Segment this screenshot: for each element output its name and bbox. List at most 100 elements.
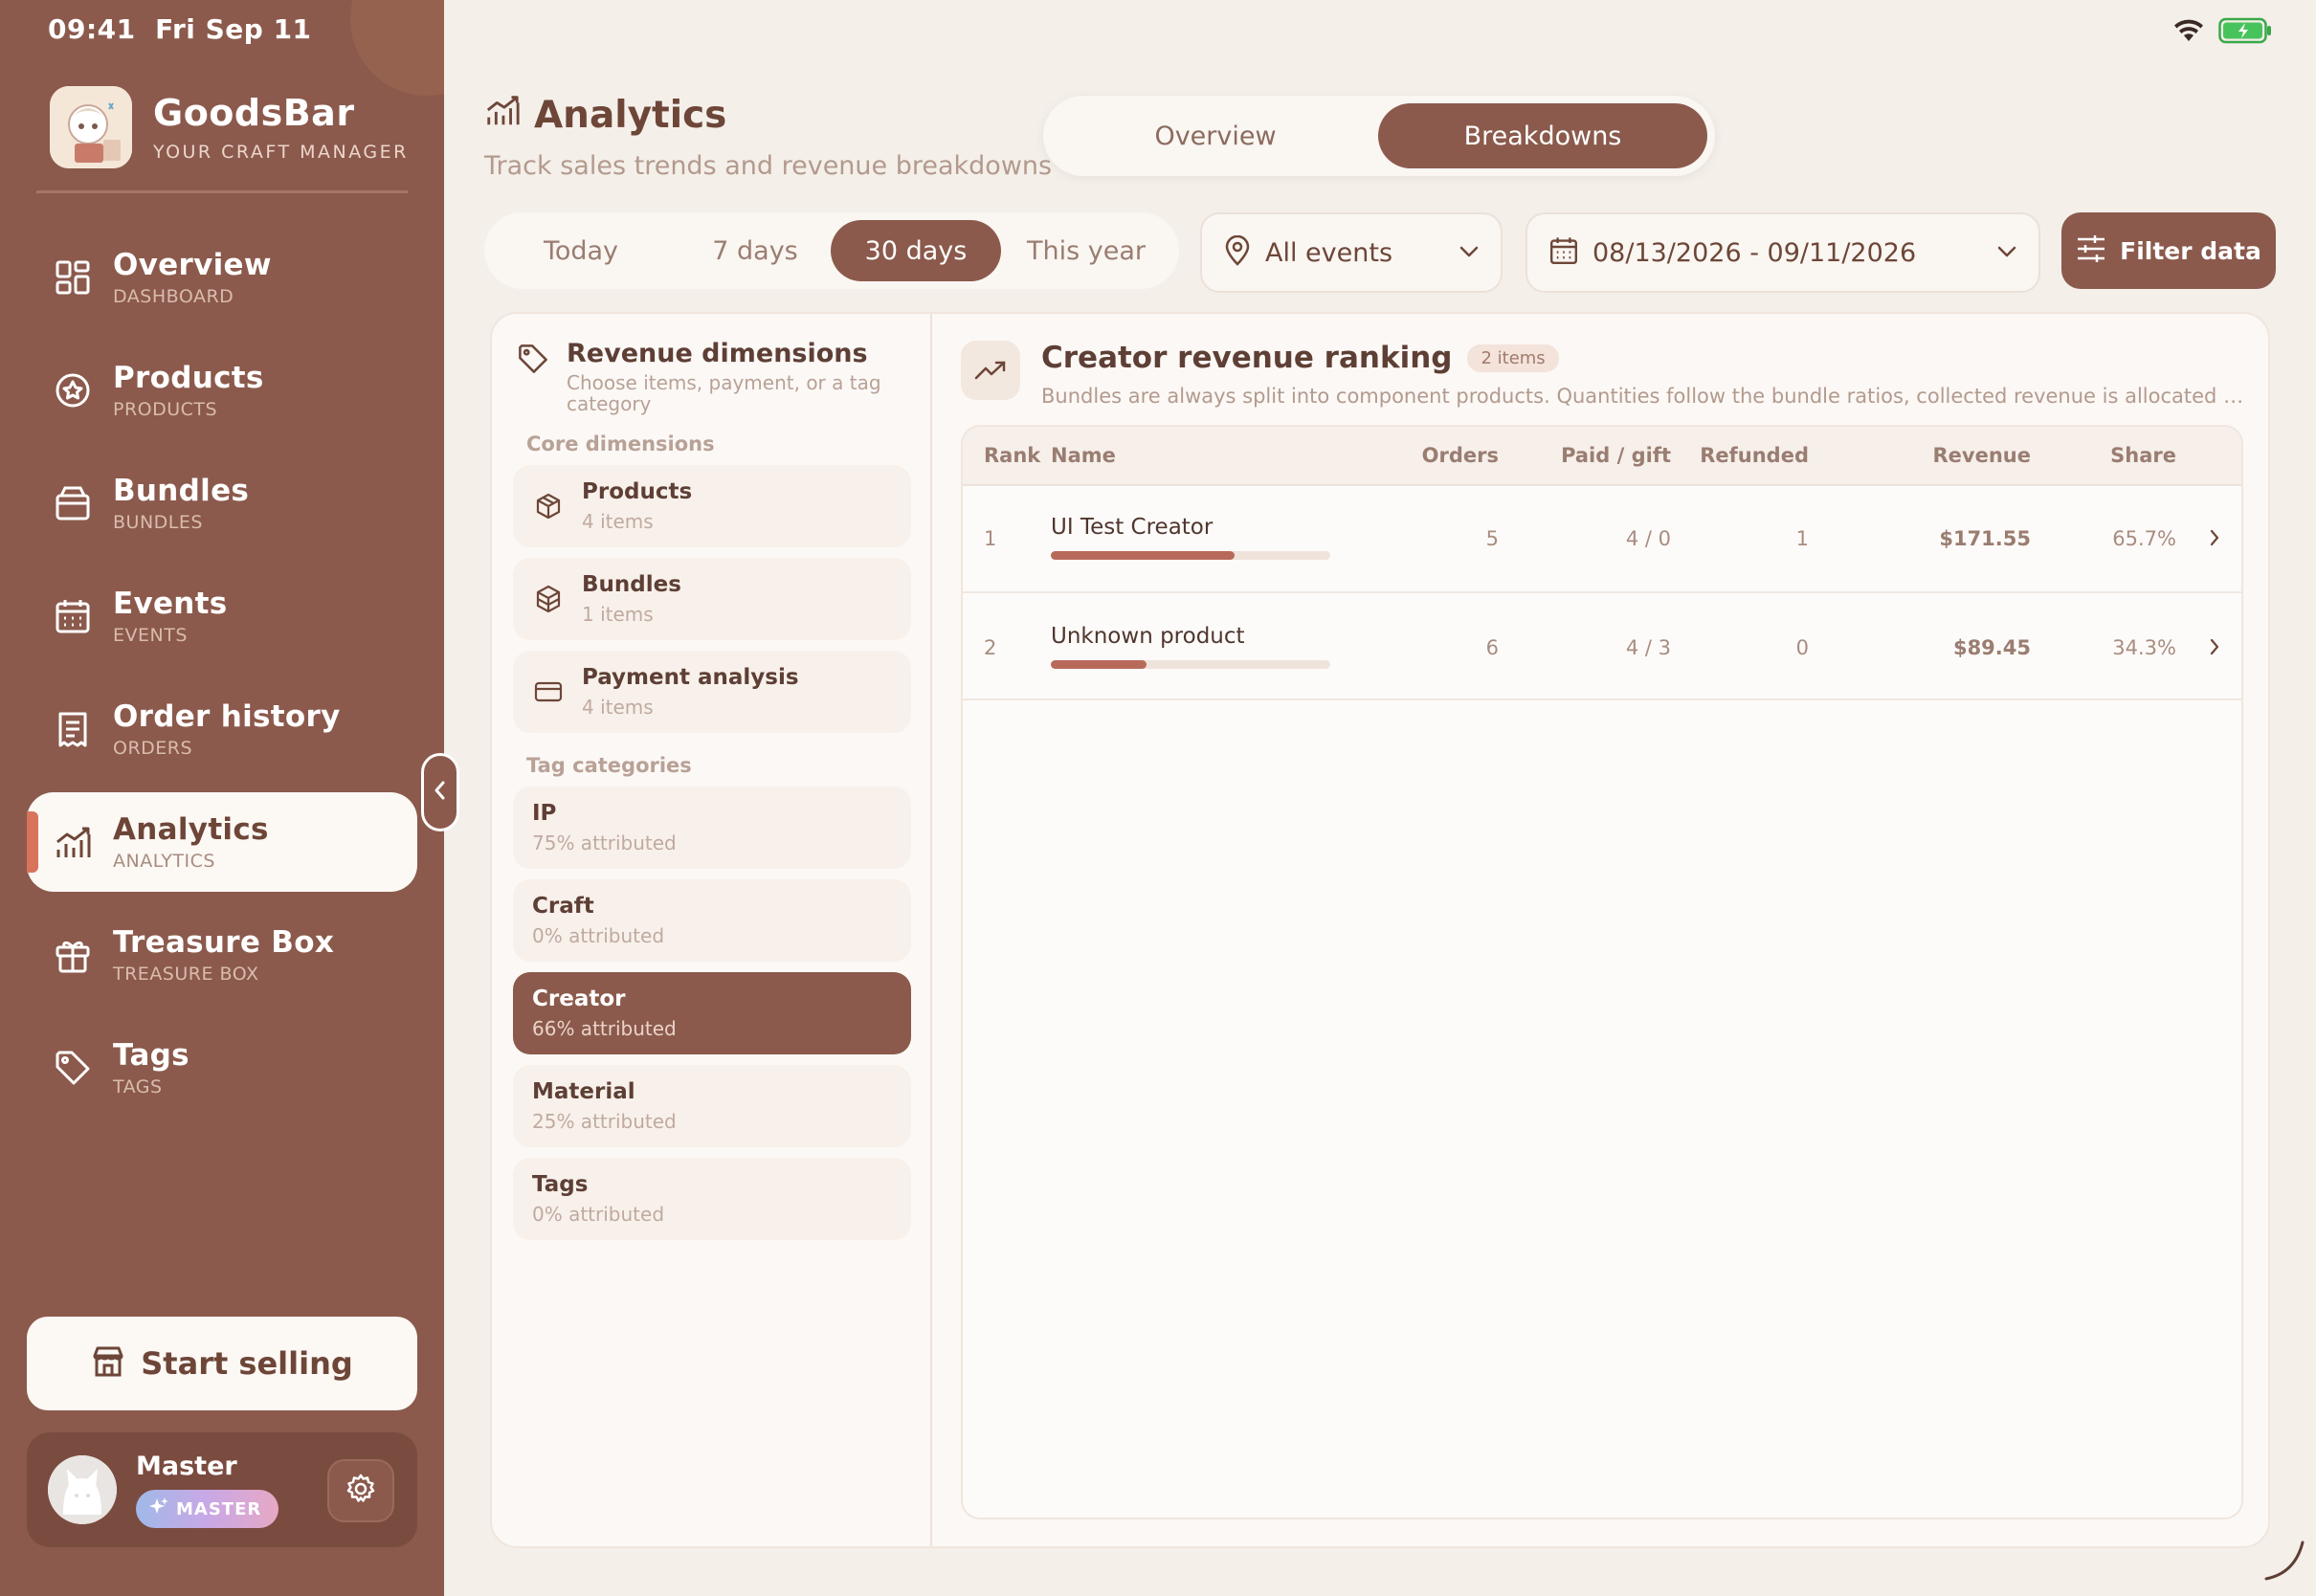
date-range-tabs: Today 7 days 30 days This year <box>484 212 1179 289</box>
location-pin-icon <box>1223 234 1252 270</box>
page-subtitle: Track sales trends and revenue breakdown… <box>484 151 1053 181</box>
avatar[interactable] <box>48 1455 117 1524</box>
tag-category-name: Tags <box>532 1172 589 1197</box>
cell-rank: 1 <box>984 527 997 550</box>
column-header-name: Name <box>1051 444 1116 467</box>
event-select[interactable]: All events <box>1200 212 1503 293</box>
tab-overview[interactable]: Overview <box>1051 103 1380 168</box>
cell-revenue: $89.45 <box>1952 636 2031 659</box>
sparkle-icon <box>149 1496 168 1521</box>
tag-category-material[interactable]: Material 25% attributed <box>513 1065 911 1147</box>
filter-data-label: Filter data <box>2120 236 2261 265</box>
ranking-table: Rank Name Orders Paid / gift Refunded Re… <box>961 425 2243 1519</box>
tag-category-craft[interactable]: Craft 0% attributed <box>513 879 911 962</box>
status-bar-icons <box>2172 17 2272 48</box>
sidebar-item-sublabel: ANALYTICS <box>113 851 215 872</box>
date-range-value: 08/13/2026 - 09/11/2026 <box>1592 237 1917 268</box>
start-selling-button[interactable]: Start selling <box>27 1317 417 1410</box>
status-bar-time: 09:41 Fri Sep 11 <box>48 13 312 45</box>
cell-orders: 5 <box>1485 527 1499 550</box>
brand: GoodsBar YOUR CRAFT MANAGER <box>50 86 409 168</box>
badge-icon <box>52 369 94 411</box>
range-30-days[interactable]: 30 days <box>831 220 1001 281</box>
dimension-item-products[interactable]: Products 4 items <box>513 465 911 547</box>
divider <box>36 190 408 193</box>
cell-share: 34.3% <box>2112 636 2176 659</box>
sidebar-item-analytics[interactable]: Analytics ANALYTICS <box>27 792 417 892</box>
user-card: Master MASTER <box>27 1432 417 1547</box>
range-7-days[interactable]: 7 days <box>670 220 840 281</box>
date-range-picker[interactable]: 08/13/2026 - 09/11/2026 <box>1525 212 2040 293</box>
event-select-value: All events <box>1265 237 1393 268</box>
user-role-badge: MASTER <box>136 1490 279 1528</box>
sidebar-item-label: Overview <box>113 248 272 282</box>
chevron-right-icon <box>2209 637 2220 660</box>
credit-card-icon <box>532 676 565 708</box>
cell-refunded: 0 <box>1795 636 1809 659</box>
sliders-icon <box>2076 234 2106 267</box>
tag-category-ip[interactable]: IP 75% attributed <box>513 787 911 869</box>
sidebar-item-sublabel: PRODUCTS <box>113 399 218 420</box>
tag-category-attribution: 0% attributed <box>532 1203 665 1226</box>
dimension-item-bundles[interactable]: Bundles 1 items <box>513 558 911 640</box>
sidebar-item-events[interactable]: Events EVENTS <box>27 566 417 666</box>
dimension-item-payment-analysis[interactable]: Payment analysis 4 items <box>513 651 911 733</box>
column-header-refunded: Refunded <box>1700 444 1809 467</box>
range-this-year[interactable]: This year <box>1001 220 1171 281</box>
dimension-item-name: Bundles <box>582 572 681 597</box>
brand-logo <box>50 86 132 168</box>
share-bar-fill <box>1051 551 1235 560</box>
cell-refunded: 1 <box>1795 527 1809 550</box>
dimension-panel-title: Revenue dimensions <box>567 339 868 368</box>
sidebar-item-sublabel: TREASURE BOX <box>113 964 259 985</box>
sidebar-collapse-button[interactable] <box>421 753 459 831</box>
sidebar-item-products[interactable]: Products PRODUCTS <box>27 341 417 440</box>
settings-button[interactable] <box>327 1459 394 1522</box>
sidebar-item-sublabel: ORDERS <box>113 738 193 759</box>
tag-icon <box>52 1047 94 1089</box>
range-today[interactable]: Today <box>492 220 670 281</box>
tag-category-name: IP <box>532 801 557 826</box>
tag-category-creator[interactable]: Creator 66% attributed <box>513 972 911 1054</box>
page-header: Analytics Track sales trends and revenue… <box>484 92 1053 182</box>
sidebar-item-label: Order history <box>113 699 341 734</box>
sidebar-item-bundles[interactable]: Bundles BUNDLES <box>27 454 417 553</box>
sidebar-item-order-history[interactable]: Order history ORDERS <box>27 679 417 779</box>
breakdown-card: Revenue dimensions Choose items, payment… <box>490 312 2270 1548</box>
tag-category-tags[interactable]: Tags 0% attributed <box>513 1158 911 1240</box>
sidebar-item-sublabel: DASHBOARD <box>113 286 234 307</box>
table-header: Rank Name Orders Paid / gift Refunded Re… <box>963 427 2241 486</box>
tab-breakdowns[interactable]: Breakdowns <box>1378 103 1707 168</box>
sidebar-item-label: Tags <box>113 1038 189 1073</box>
table-row[interactable]: 2 Unknown product 6 4 / 3 0 $89.45 34.3% <box>963 593 2241 700</box>
sidebar-item-overview[interactable]: Overview DASHBOARD <box>27 228 417 327</box>
tag-category-name: Material <box>532 1079 635 1104</box>
column-header-paid-gift: Paid / gift <box>1561 444 1671 467</box>
chevron-left-icon <box>433 780 448 805</box>
tag-category-name: Craft <box>532 894 594 919</box>
wifi-icon <box>2172 18 2205 47</box>
grid-icon <box>52 256 94 299</box>
page-title: Analytics <box>534 93 727 137</box>
cell-rank: 2 <box>984 636 997 659</box>
cell-name: UI Test Creator <box>1051 515 1214 540</box>
dimension-panel: Revenue dimensions Choose items, payment… <box>492 314 932 1546</box>
sidebar: 09:41 Fri Sep 11 GoodsBar YOUR CRAFT MAN… <box>0 0 444 1596</box>
sidebar-item-label: Analytics <box>113 812 269 847</box>
sidebar-nav: Overview DASHBOARD Products PRODUCTS Bundl… <box>27 228 417 1131</box>
brand-subtitle: YOUR CRAFT MANAGER <box>153 142 409 163</box>
sidebar-item-tags[interactable]: Tags TAGS <box>27 1018 417 1118</box>
filter-data-button[interactable]: Filter data <box>2061 212 2276 289</box>
chevron-down-icon <box>1459 244 1480 262</box>
ranking-header: Creator revenue ranking 2 items Bundles … <box>961 341 2247 408</box>
gift-icon <box>52 934 94 976</box>
sidebar-item-treasure-box[interactable]: Treasure Box TREASURE BOX <box>27 905 417 1005</box>
cell-share: 65.7% <box>2112 527 2176 550</box>
ranking-count-badge: 2 items <box>1467 344 1559 372</box>
dimension-item-name: Products <box>582 479 693 504</box>
tag-category-name: Creator <box>532 986 626 1011</box>
chevron-down-icon <box>1996 244 2017 262</box>
cell-orders: 6 <box>1485 636 1499 659</box>
column-header-revenue: Revenue <box>1932 444 2032 467</box>
table-row[interactable]: 1 UI Test Creator 5 4 / 0 1 $171.55 65.7… <box>963 486 2241 593</box>
